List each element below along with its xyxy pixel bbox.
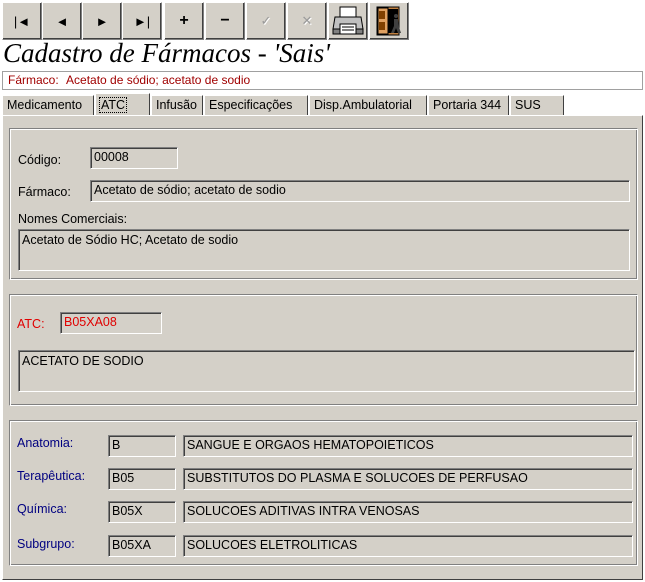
atc-code-field[interactable]: B05XA08 bbox=[60, 312, 162, 334]
add-record-button[interactable]: + bbox=[164, 2, 204, 40]
previous-record-button[interactable]: ◄ bbox=[42, 2, 82, 40]
anatomia-label: Anatomia: bbox=[17, 436, 74, 450]
exit-button[interactable] bbox=[369, 2, 409, 40]
subgrupo-label: Subgrupo: bbox=[17, 537, 75, 551]
selected-farmaco-label: Fármaco: bbox=[8, 73, 59, 87]
farmaco-field[interactable]: Acetato de sódio; acetato de sodio bbox=[90, 180, 630, 202]
next-record-button[interactable]: ► bbox=[82, 2, 122, 40]
atc-description-memo[interactable]: ACETATO DE SODIO bbox=[18, 350, 635, 392]
atc-group: ATC: B05XA08 ACETATO DE SODIO bbox=[9, 294, 638, 406]
tab-atc-label: ATC bbox=[98, 97, 128, 113]
anatomia-description-field[interactable]: SANGUE E ORGAOS HEMATOPOIETICOS bbox=[183, 435, 633, 457]
quimica-code-field[interactable]: B05X bbox=[108, 501, 176, 523]
tab-strip: Medicamento ATC Infusão Especificações D… bbox=[2, 93, 643, 116]
terapeutica-label: Terapêutica: bbox=[17, 469, 86, 483]
printer-icon bbox=[332, 6, 364, 35]
last-record-button[interactable]: ►| bbox=[122, 2, 162, 40]
next-icon: ► bbox=[95, 13, 109, 29]
codigo-label: Código: bbox=[18, 153, 62, 167]
post-button[interactable]: ✓ bbox=[246, 2, 286, 40]
atc-tab-panel: Código: 00008 Fármaco: Acetato de sódio;… bbox=[2, 115, 643, 580]
check-icon: ✓ bbox=[260, 13, 272, 28]
terapeutica-description-field[interactable]: SUBSTITUTOS DO PLASMA E SOLUCOES DE PERF… bbox=[183, 468, 633, 490]
exit-door-icon bbox=[376, 6, 401, 36]
tab-sus-label: SUS bbox=[515, 98, 541, 112]
form-title: Cadastro de Fármacos - 'Sais' bbox=[3, 38, 331, 68]
nomes-comerciais-label: Nomes Comerciais: bbox=[18, 212, 128, 226]
tab-medicamento-label: Medicamento bbox=[7, 98, 83, 112]
tab-infusao-label: Infusão bbox=[156, 98, 198, 112]
minus-icon: − bbox=[220, 12, 230, 29]
tab-especificacoes[interactable]: Especificações bbox=[204, 95, 308, 116]
tab-especificacoes-label: Especificações bbox=[209, 98, 293, 112]
general-info-group: Código: 00008 Fármaco: Acetato de sódio;… bbox=[9, 128, 638, 280]
atc-label: ATC: bbox=[17, 317, 45, 331]
tab-portaria-344[interactable]: Portaria 344 bbox=[428, 95, 509, 116]
first-record-button[interactable]: |◄ bbox=[2, 2, 42, 40]
tab-infusao[interactable]: Infusão bbox=[151, 95, 203, 116]
delete-record-button[interactable]: − bbox=[205, 2, 245, 40]
subgrupo-description-field[interactable]: SOLUCOES ELETROLITICAS bbox=[183, 535, 633, 557]
cancel-edit-button[interactable]: ✕ bbox=[287, 2, 327, 40]
quimica-description-field[interactable]: SOLUCOES ADITIVAS INTRA VENOSAS bbox=[183, 501, 633, 523]
subgrupo-code-field[interactable]: B05XA bbox=[108, 535, 176, 557]
plus-icon: + bbox=[179, 12, 189, 29]
tab-medicamento[interactable]: Medicamento bbox=[2, 95, 94, 116]
terapeutica-code-field[interactable]: B05 bbox=[108, 468, 176, 490]
tab-disp-ambulatorial-label: Disp.Ambulatorial bbox=[314, 98, 412, 112]
print-button[interactable] bbox=[328, 2, 368, 40]
previous-icon: ◄ bbox=[55, 13, 69, 29]
tab-disp-ambulatorial[interactable]: Disp.Ambulatorial bbox=[309, 95, 427, 116]
selected-farmaco-value: Acetato de sódio; acetato de sodio bbox=[66, 73, 251, 87]
quimica-label: Química: bbox=[17, 502, 68, 516]
farmaco-label: Fármaco: bbox=[18, 185, 71, 199]
last-icon: ►| bbox=[133, 13, 151, 29]
tab-atc[interactable]: ATC bbox=[95, 93, 150, 116]
selected-farmaco-bar: Fármaco: Acetato de sódio; acetato de so… bbox=[2, 71, 643, 90]
anatomia-code-field[interactable]: B bbox=[108, 435, 176, 457]
codigo-field[interactable]: 00008 bbox=[90, 147, 178, 169]
tab-sus[interactable]: SUS bbox=[510, 95, 564, 116]
nomes-comerciais-memo[interactable]: Acetato de Sódio HC; Acetato de sodio bbox=[18, 229, 630, 271]
atc-classification-group: Anatomia: B SANGUE E ORGAOS HEMATOPOIETI… bbox=[9, 420, 638, 566]
first-icon: |◄ bbox=[13, 13, 31, 29]
cancel-icon: ✕ bbox=[301, 13, 313, 28]
tab-portaria-344-label: Portaria 344 bbox=[433, 98, 502, 112]
